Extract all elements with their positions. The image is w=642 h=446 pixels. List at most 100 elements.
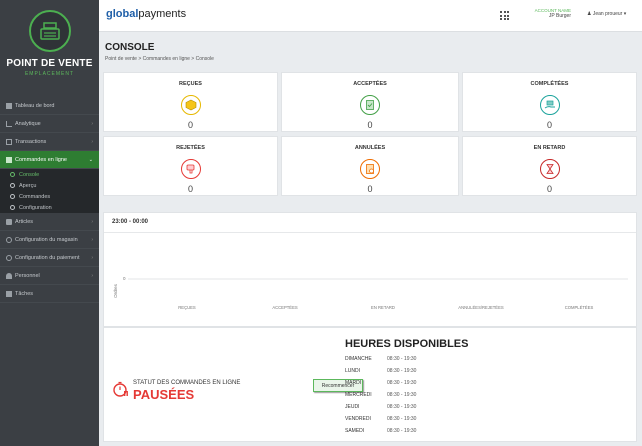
logo-rest-text: payments <box>138 8 187 20</box>
stat-card-cancelled[interactable]: ANNULÉES 0 <box>281 136 459 196</box>
global-payments-logo[interactable]: globalpayments <box>106 8 186 20</box>
stat-label: ACCEPTÉES <box>353 81 387 87</box>
chevron-down-icon: ⌄ <box>88 156 93 163</box>
hours-time: 08:30 - 19:30 <box>387 404 417 410</box>
tasks-icon <box>6 290 12 297</box>
hours-time: 08:30 - 19:30 <box>387 380 417 386</box>
sidebar-item-label: Configuration du magasin <box>15 236 78 243</box>
stat-count: 0 <box>367 120 373 130</box>
chevron-icon: › <box>91 236 93 243</box>
dashboard-icon <box>6 102 12 109</box>
breadcrumb: Point de vente > Commandes en ligne > Co… <box>105 56 214 62</box>
top-bar: globalpayments ACCOUNT NAME JP Burger ♟ … <box>99 0 642 32</box>
sidebar-item-label: Tableau de bord <box>15 102 55 109</box>
sidebar-item-label: Analytique <box>15 120 41 127</box>
hours-row: SAMEDI 08:30 - 19:30 <box>345 428 465 434</box>
gear-icon <box>6 236 12 243</box>
stat-label: COMPLÉTÉES <box>530 81 569 87</box>
people-icon <box>6 272 12 279</box>
transactions-icon <box>6 138 12 145</box>
clipboard-cancel-icon <box>360 159 380 179</box>
sidebar-subitem-label: Commandes <box>19 193 51 200</box>
account-business: JP Burger <box>548 13 571 19</box>
hours-day: JEUDI <box>345 404 360 410</box>
stat-label: REÇUES <box>179 81 202 87</box>
user-name: Jean proueur <box>592 11 623 17</box>
sidebar: POINT DE VENTE EMPLACEMENT Tableau de bo… <box>0 0 99 446</box>
sidebar-subitem-configuration[interactable]: Configuration <box>0 202 99 213</box>
sidebar-item-analytics[interactable]: Analytique › <box>0 115 99 133</box>
cart-icon <box>6 156 12 163</box>
sidebar-logo: POINT DE VENTE EMPLACEMENT <box>0 0 99 97</box>
orders-chart-card: 23:00 - 00:00 Ordres 0 REÇUES ACCEPTÉES EN… <box>103 212 637 327</box>
chevron-icon: › <box>91 120 93 127</box>
gear-icon <box>6 254 12 261</box>
sidebar-subitem-overview[interactable]: Aperçu <box>0 180 99 191</box>
radio-icon <box>10 205 15 210</box>
sidebar-nav: Tableau de bord Analytique › Transaction… <box>0 97 99 303</box>
stat-card-received[interactable]: REÇUES 0 <box>103 72 278 132</box>
stat-card-completed[interactable]: COMPLÉTÉES 0 <box>462 72 637 132</box>
hours-day: VENDREDI <box>345 416 371 422</box>
stat-count: 0 <box>187 120 193 130</box>
chart-xtick: COMPLÉTÉES <box>565 305 594 310</box>
handoff-icon <box>539 95 560 115</box>
stat-card-rejected[interactable]: REJETÉES 0 <box>103 136 278 196</box>
sidebar-item-label: Transactions <box>15 138 47 145</box>
chevron-icon: › <box>91 272 93 279</box>
stat-label: EN RETARD <box>533 145 566 151</box>
sidebar-subitem-console[interactable]: Console <box>0 169 99 180</box>
chart-title: 23:00 - 00:00 <box>104 213 636 233</box>
sidebar-subitem-label: Configuration <box>19 204 52 211</box>
sidebar-item-label: Personnel <box>15 272 40 279</box>
stat-label: REJETÉES <box>176 145 205 151</box>
apps-grid-icon[interactable] <box>500 11 509 20</box>
sidebar-item-store-config[interactable]: Configuration du magasin › <box>0 231 99 249</box>
hourglass-icon <box>539 159 560 179</box>
hours-day: MARDI <box>345 380 362 386</box>
sidebar-item-payment-config[interactable]: Configuration du paiement › <box>0 249 99 267</box>
sidebar-item-staff[interactable]: Personnel › <box>0 267 99 285</box>
sidebar-item-tasks[interactable]: Tâches <box>0 285 99 303</box>
hours-row: LUNDI 08:30 - 19:30 <box>345 368 465 374</box>
sidebar-item-online-orders[interactable]: Commandes en ligne ⌄ <box>0 151 99 169</box>
box-icon <box>180 95 201 115</box>
account-switcher[interactable]: ACCOUNT NAME JP Burger <box>531 8 571 19</box>
hours-time: 08:30 - 19:30 <box>387 416 417 422</box>
status-label: STATUT DES COMMANDES EN LIGNE <box>133 380 241 386</box>
chevron-icon: › <box>91 218 93 225</box>
brand-subtitle: EMPLACEMENT <box>24 71 75 77</box>
stat-count: 0 <box>187 184 193 194</box>
user-menu[interactable]: ♟ Jean proueur ▾ <box>587 11 626 17</box>
hours-title: HEURES DISPONIBLES <box>345 338 469 350</box>
stat-card-accepted[interactable]: ACCEPTÉES 0 <box>281 72 459 132</box>
status-value: PAUSÉES <box>133 387 195 402</box>
chart-xtick: ACCEPTÉES <box>272 305 298 310</box>
stat-count: 0 <box>546 184 552 194</box>
register-icon <box>28 10 71 52</box>
hours-row: VENDREDI 08:30 - 19:30 <box>345 416 465 422</box>
hours-time: 08:30 - 19:30 <box>387 356 417 362</box>
chart-ytick: 0 <box>123 276 126 281</box>
hours-day: SAMEDI <box>345 428 365 434</box>
radio-icon <box>10 172 15 177</box>
hours-day: DIMANCHE <box>345 356 372 362</box>
sidebar-item-transactions[interactable]: Transactions › <box>0 133 99 151</box>
timer-pause-icon <box>113 381 128 397</box>
hours-day: MERCREDI <box>345 392 372 398</box>
stat-count: 0 <box>546 120 552 130</box>
chart-xtick: ANNULÉES/REJETÉES <box>458 305 504 310</box>
hours-time: 08:30 - 19:30 <box>387 368 417 374</box>
chart-xtick: EN RETARD <box>371 305 395 310</box>
page-title: CONSOLE <box>105 42 155 53</box>
sidebar-subitem-orders[interactable]: Commandes <box>0 191 99 202</box>
sidebar-item-dashboard[interactable]: Tableau de bord <box>0 97 99 115</box>
clipboard-check-icon <box>360 95 380 115</box>
stat-card-late[interactable]: EN RETARD 0 <box>462 136 637 196</box>
hours-time: 08:30 - 19:30 <box>387 392 417 398</box>
chevron-icon: › <box>91 138 93 145</box>
hours-day: LUNDI <box>345 368 361 374</box>
chart-ylabel: Ordres <box>113 283 118 298</box>
sidebar-item-articles[interactable]: Articles › <box>0 213 99 231</box>
chevron-icon: › <box>91 254 93 261</box>
